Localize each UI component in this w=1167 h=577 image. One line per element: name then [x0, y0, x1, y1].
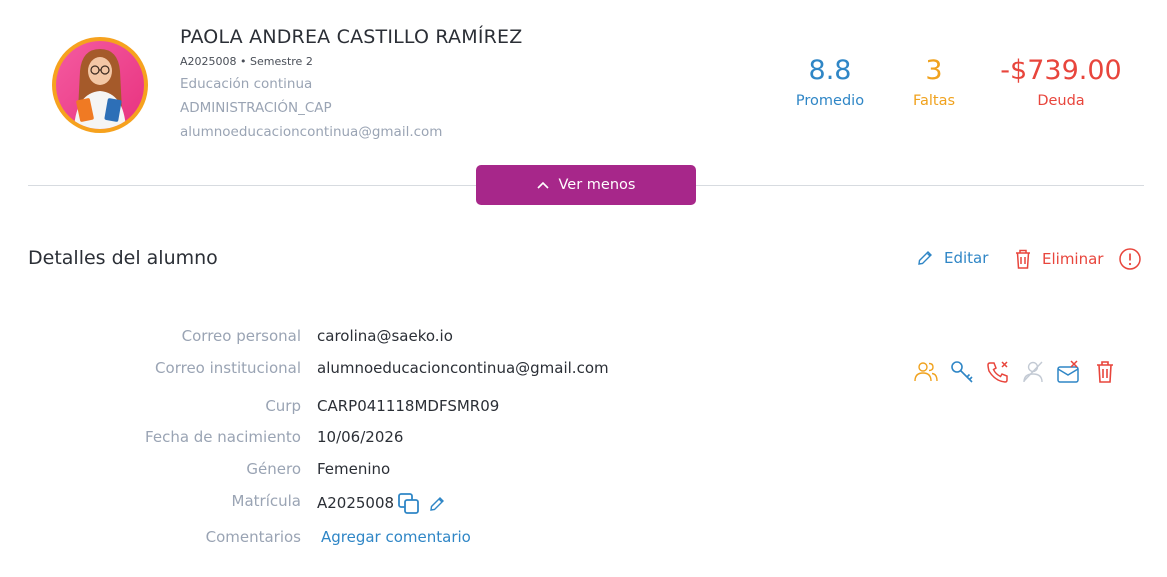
trash-icon — [1014, 248, 1032, 270]
field-label-genero: Género — [246, 460, 301, 478]
edit-button[interactable]: Editar — [916, 249, 988, 267]
field-label-matricula: Matrícula — [231, 492, 301, 510]
ver-menos-label: Ver menos — [558, 177, 636, 193]
field-label-curp: Curp — [265, 397, 301, 415]
avatar — [52, 37, 148, 133]
stat-label: Faltas — [912, 93, 956, 109]
details-title: Detalles del alumno — [28, 247, 218, 269]
stat-deuda: -$739.00 Deuda — [996, 55, 1126, 109]
stat-value: -$739.00 — [1000, 55, 1122, 86]
copy-icon[interactable] — [396, 491, 422, 517]
field-value-genero: Femenino — [317, 460, 391, 478]
field-value-correo-personal: carolina@saeko.io — [317, 327, 453, 345]
phone-cancel-icon[interactable] — [985, 359, 1011, 385]
student-name: PAOLA ANDREA CASTILLO RAMÍREZ — [180, 26, 523, 48]
stat-value: 8.8 — [808, 55, 852, 86]
add-comment-link[interactable]: Agregar comentario — [321, 528, 471, 546]
stat-label: Promedio — [795, 93, 865, 109]
field-value-matricula: A2025008 — [317, 494, 395, 512]
student-program: Educación continua — [180, 76, 313, 92]
alert-icon[interactable] — [1117, 246, 1143, 272]
stat-label: Deuda — [1037, 93, 1085, 109]
field-value-curp: CARP041118MDFSMR09 — [317, 397, 500, 415]
edit-matricula-icon[interactable] — [424, 491, 450, 517]
student-id-semester: A2025008 • Semestre 2 — [180, 55, 313, 68]
field-value-correo-institucional: alumnoeducacioncontinua@gmail.com — [317, 359, 609, 377]
field-label-correo-personal: Correo personal — [181, 327, 301, 345]
key-icon[interactable] — [949, 359, 975, 385]
pencil-icon — [916, 249, 934, 267]
user-off-icon[interactable] — [1020, 359, 1046, 385]
ver-menos-button[interactable]: Ver menos — [476, 165, 696, 205]
edit-label: Editar — [944, 249, 989, 267]
student-photo — [56, 41, 144, 129]
field-label-correo-institucional: Correo institucional — [155, 359, 301, 377]
student-campus: ADMINISTRACIÓN_CAP — [180, 100, 332, 116]
mail-off-icon[interactable] — [1055, 359, 1081, 385]
delete-button[interactable]: Eliminar — [1014, 248, 1103, 270]
field-value-fecha-nacimiento: 10/06/2026 — [317, 428, 404, 446]
delete-label: Eliminar — [1042, 250, 1104, 268]
student-email: alumnoeducacioncontinua@gmail.com — [180, 124, 443, 140]
stat-faltas: 3 Faltas — [894, 55, 974, 109]
field-label-fecha-nacimiento: Fecha de nacimiento — [145, 428, 301, 446]
users-icon[interactable] — [913, 359, 939, 385]
chevron-up-icon — [536, 181, 549, 189]
row-trash-icon[interactable] — [1092, 359, 1118, 385]
stat-value: 3 — [925, 55, 943, 86]
field-label-comentarios: Comentarios — [205, 528, 301, 546]
stat-promedio: 8.8 Promedio — [780, 55, 880, 109]
